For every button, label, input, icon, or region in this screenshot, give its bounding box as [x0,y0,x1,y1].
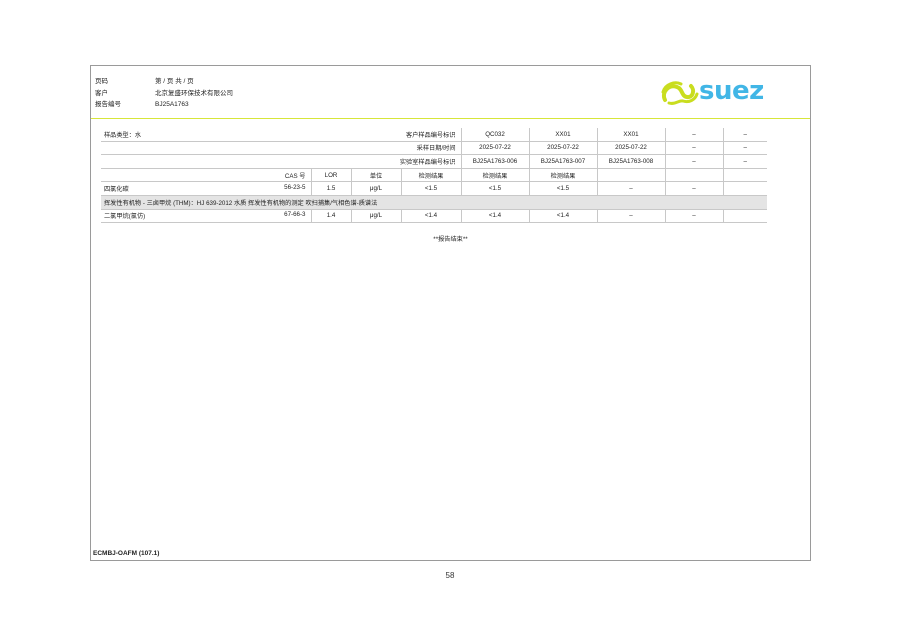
method-group-title: 挥发性有机物 - 三卤甲烷 (THM)：HJ 639-2012 水质 挥发性有机… [101,195,767,210]
sampling-date-2: 2025-07-22 [528,141,597,156]
column-header-row: CAS 号 LOR 单位 检测结果 检测结果 检测结果 [101,168,767,183]
result-value: <1.4 [528,209,597,224]
lab-id-4: – [664,154,723,169]
result-value: <1.5 [460,181,529,196]
suez-logo: suez [659,76,779,108]
sampling-date-1: 2025-07-22 [460,141,529,156]
analyte-label: 四氯化碳 [104,186,129,194]
result-value: <1.4 [460,209,529,224]
form-code: ECMBJ-OAFM (107.1) [93,550,160,557]
report-page: 页码 第 / 页 共 / 页 客户 北京复盛环保技术有限公司 报告编号 BJ25… [90,65,811,561]
analyte-cas: 67-66-3 [284,211,306,219]
lab-id-2: BJ25A1763-007 [528,154,597,169]
page-value: 第 / 页 共 / 页 [155,78,194,85]
lab-id-3: BJ25A1763-008 [596,154,665,169]
analyte-cas: 56-23-5 [284,184,306,192]
analyte-lor: 1.4 [310,209,351,224]
analyte-name: 四氯化碳 56-23-5 [101,181,311,196]
sampling-date-row: 采样日期/时间 2025-07-22 2025-07-22 2025-07-22… [101,141,767,156]
results-header-2: 检测结果 [460,168,529,183]
header-divider [91,118,810,119]
result-value: <1.5 [400,181,461,196]
suez-wordmark: suez [699,76,764,106]
table-row: 四氯化碳 56-23-5 1.5 μg/L <1.5 <1.5 <1.5 – – [101,181,767,196]
results-table: 样品类型：水 客户样品编号标识 QC032 XX01 XX01 – – 采样日期… [101,128,767,224]
end-of-report-note: **报告结束** [433,236,468,243]
lab-id-1: BJ25A1763-006 [460,154,529,169]
unit-header: 单位 [350,168,401,183]
client-row: 客户 北京复盛环保技术有限公司 [95,88,233,100]
result-value: <1.4 [400,209,461,224]
sampling-date-3: 2025-07-22 [596,141,665,156]
lab-id-5: – [722,154,767,169]
page-row: 页码 第 / 页 共 / 页 [95,76,233,88]
report-number-label: 报告编号 [95,101,121,108]
lab-id-label: 实验室样品编号标识 [311,154,461,169]
result-value: – [664,209,723,224]
analyte-unit: μg/L [350,209,401,224]
result-value: – [596,181,665,196]
analyte-unit: μg/L [350,181,401,196]
client-id-label: 客户样品编号标识 [311,128,461,142]
client-label: 客户 [95,89,108,97]
report-number-row: 报告编号 BJ25A1763 [95,99,233,111]
analyte-name: 二氯甲烷(氯仿) 67-66-3 [101,209,311,224]
sampling-date-label: 采样日期/时间 [311,141,461,156]
result-value: – [664,181,723,196]
analyte-lor: 1.5 [310,181,351,196]
sampling-date-5: – [722,141,767,156]
lor-header: LOR [310,168,351,183]
client-id-4: – [664,128,723,142]
results-header-3: 检测结果 [528,168,597,183]
client-id-3: XX01 [596,128,665,142]
suez-swirl-icon [661,81,699,105]
client-id-2: XX01 [528,128,597,142]
analyte-label: 二氯甲烷(氯仿) [104,213,146,221]
cas-header: CAS 号 [101,168,311,183]
client-id-1: QC032 [460,128,529,142]
result-value: <1.5 [528,181,597,196]
client-value: 北京复盛环保技术有限公司 [155,89,233,97]
sample-type: 样品类型：水 [101,128,311,142]
results-header-1: 检测结果 [400,168,461,183]
report-header-info: 页码 第 / 页 共 / 页 客户 北京复盛环保技术有限公司 报告编号 BJ25… [95,76,233,111]
page-number: 58 [445,571,455,580]
client-id-5: – [722,128,767,142]
report-number-value: BJ25A1763 [155,101,189,108]
result-value: – [596,209,665,224]
lab-id-row: 实验室样品编号标识 BJ25A1763-006 BJ25A1763-007 BJ… [101,154,767,169]
client-id-row: 样品类型：水 客户样品编号标识 QC032 XX01 XX01 – – [101,128,767,142]
sampling-date-4: – [664,141,723,156]
method-group-row: 挥发性有机物 - 三卤甲烷 (THM)：HJ 639-2012 水质 挥发性有机… [101,195,767,210]
page-label: 页码 [95,78,108,85]
table-row: 二氯甲烷(氯仿) 67-66-3 1.4 μg/L <1.4 <1.4 <1.4… [101,209,767,224]
